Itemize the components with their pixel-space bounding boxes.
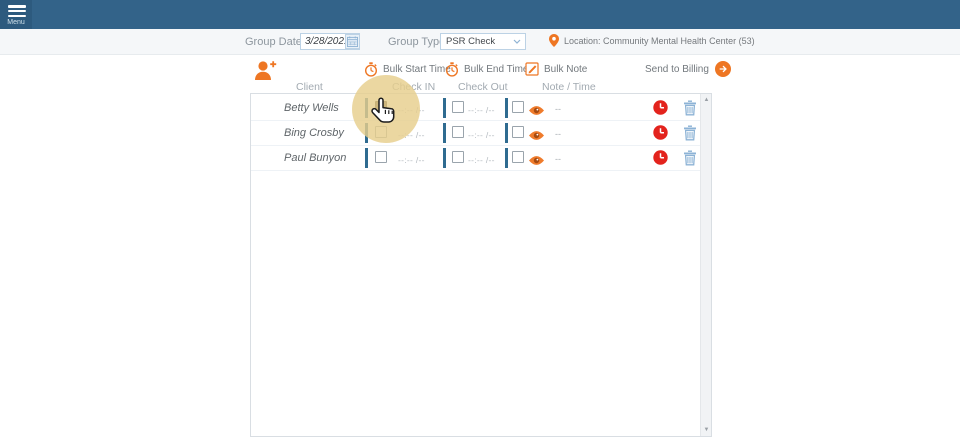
time-alert-button[interactable] bbox=[653, 125, 668, 140]
client-name: Paul Bunyon bbox=[284, 152, 346, 164]
note-divider bbox=[505, 98, 508, 118]
bulk-start-time-label: Bulk Start Time bbox=[383, 64, 451, 75]
red-clock-icon bbox=[653, 125, 668, 140]
note-divider bbox=[505, 123, 508, 143]
scroll-up-arrow[interactable]: ▲ bbox=[701, 94, 712, 106]
eye-icon bbox=[528, 105, 545, 116]
pencil-note-icon bbox=[525, 62, 539, 76]
stopwatch-icon bbox=[364, 62, 378, 77]
column-header-check-out: Check Out bbox=[458, 81, 508, 93]
check-out-divider bbox=[443, 98, 446, 118]
eye-icon bbox=[528, 155, 545, 166]
column-header-client: Client bbox=[296, 81, 323, 93]
note-checkbox[interactable] bbox=[512, 126, 524, 138]
group-type-select[interactable]: PSR Check bbox=[440, 33, 526, 50]
map-pin-icon bbox=[549, 34, 559, 47]
table-row: Paul Bunyon --:-- /-- --:-- /-- -- bbox=[251, 146, 700, 171]
red-clock-icon bbox=[653, 100, 668, 115]
time-alert-button[interactable] bbox=[653, 150, 668, 165]
group-date-label: Group Date: bbox=[245, 36, 305, 48]
trash-icon bbox=[683, 150, 697, 166]
table-row: Betty Wells --:-- /-- --:-- /-- -- bbox=[251, 96, 700, 121]
stopwatch-icon bbox=[445, 62, 459, 77]
check-out-divider bbox=[443, 123, 446, 143]
check-in-time: --:-- /-- bbox=[398, 155, 425, 165]
view-note-button[interactable] bbox=[528, 103, 545, 114]
trash-icon bbox=[683, 100, 697, 116]
menu-button[interactable]: Menu bbox=[0, 0, 32, 29]
client-name: Betty Wells bbox=[284, 102, 339, 114]
eye-icon bbox=[528, 130, 545, 141]
check-out-time: --:-- /-- bbox=[468, 105, 495, 115]
check-out-checkbox[interactable] bbox=[452, 101, 464, 113]
trash-icon bbox=[683, 125, 697, 141]
bulk-end-time-button[interactable]: Bulk End Time bbox=[445, 62, 528, 77]
arrow-right-circle-icon bbox=[715, 61, 731, 77]
note-text: -- bbox=[555, 104, 561, 114]
note-checkbox[interactable] bbox=[512, 101, 524, 113]
column-header-note-time: Note / Time bbox=[542, 81, 596, 93]
check-out-checkbox[interactable] bbox=[452, 126, 464, 138]
group-session-page: Menu Group Date: 3/28/2021 Group Type: P… bbox=[0, 0, 960, 442]
check-in-divider bbox=[365, 98, 368, 118]
table-body: Betty Wells --:-- /-- --:-- /-- -- bbox=[251, 96, 700, 171]
check-in-time: --:-- /-- bbox=[398, 105, 425, 115]
check-in-divider bbox=[365, 148, 368, 168]
check-in-time: --:-- /-- bbox=[398, 130, 425, 140]
group-date-value: 3/28/2021 bbox=[305, 36, 350, 47]
calendar-icon[interactable] bbox=[345, 34, 360, 49]
delete-row-button[interactable] bbox=[683, 125, 697, 141]
bulk-start-time-button[interactable]: Bulk Start Time bbox=[364, 62, 451, 77]
group-type-value: PSR Check bbox=[446, 36, 495, 47]
scroll-down-arrow[interactable]: ▼ bbox=[701, 424, 712, 436]
check-out-time: --:-- /-- bbox=[468, 130, 495, 140]
add-person-icon bbox=[254, 59, 278, 82]
top-navigation-bar: Menu bbox=[0, 0, 960, 29]
note-text: -- bbox=[555, 129, 561, 139]
hamburger-icon bbox=[8, 5, 26, 17]
chevron-down-icon bbox=[513, 39, 521, 44]
location-display: Location: Community Mental Health Center… bbox=[549, 34, 755, 47]
view-note-button[interactable] bbox=[528, 153, 545, 164]
location-text: Location: Community Mental Health Center… bbox=[564, 36, 755, 46]
bulk-end-time-label: Bulk End Time bbox=[464, 64, 528, 75]
send-to-billing-button[interactable]: Send to Billing bbox=[645, 61, 731, 77]
column-header-check-in: Check IN bbox=[392, 81, 435, 93]
check-in-checkbox[interactable] bbox=[375, 126, 387, 138]
client-table-panel: Betty Wells --:-- /-- --:-- /-- -- bbox=[250, 93, 712, 437]
check-in-divider bbox=[365, 123, 368, 143]
send-to-billing-label: Send to Billing bbox=[645, 64, 709, 75]
check-in-checkbox[interactable] bbox=[375, 101, 387, 113]
check-out-checkbox[interactable] bbox=[452, 151, 464, 163]
menu-label: Menu bbox=[0, 19, 32, 26]
note-text: -- bbox=[555, 154, 561, 164]
vertical-scrollbar[interactable]: ▲ ▼ bbox=[700, 94, 711, 436]
view-note-button[interactable] bbox=[528, 128, 545, 139]
check-in-checkbox[interactable] bbox=[375, 151, 387, 163]
check-out-time: --:-- /-- bbox=[468, 155, 495, 165]
time-alert-button[interactable] bbox=[653, 100, 668, 115]
delete-row-button[interactable] bbox=[683, 150, 697, 166]
bulk-note-button[interactable]: Bulk Note bbox=[525, 62, 587, 76]
add-client-button[interactable] bbox=[254, 59, 278, 82]
red-clock-icon bbox=[653, 150, 668, 165]
table-row: Bing Crosby --:-- /-- --:-- /-- -- bbox=[251, 121, 700, 146]
note-checkbox[interactable] bbox=[512, 151, 524, 163]
check-out-divider bbox=[443, 148, 446, 168]
delete-row-button[interactable] bbox=[683, 100, 697, 116]
note-divider bbox=[505, 148, 508, 168]
client-name: Bing Crosby bbox=[284, 127, 344, 139]
filter-bar: Group Date: 3/28/2021 Group Type: PSR Ch… bbox=[0, 29, 960, 55]
bulk-note-label: Bulk Note bbox=[544, 64, 587, 75]
